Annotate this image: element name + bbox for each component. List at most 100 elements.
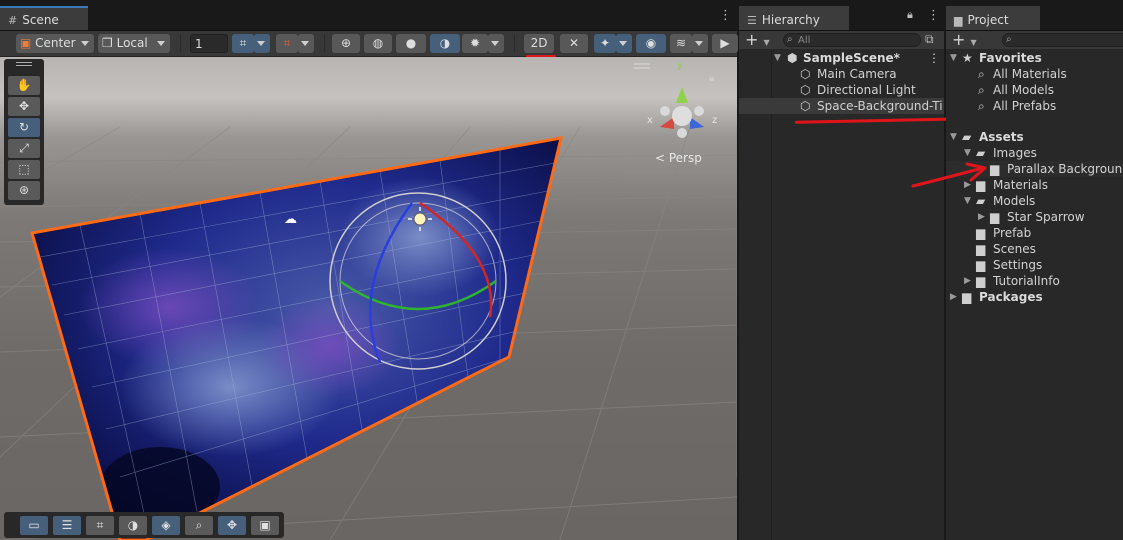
create-button[interactable]: + ▼ bbox=[952, 31, 977, 52]
increment-snap-dropdown[interactable] bbox=[298, 34, 314, 53]
tab-scene[interactable]: # Scene bbox=[0, 6, 88, 30]
transform-icon[interactable]: ⊛ bbox=[8, 181, 40, 200]
gameobject-icon: ⬡ bbox=[800, 83, 811, 97]
palette-handle[interactable] bbox=[16, 62, 32, 63]
tab-project[interactable]: ▆ Project bbox=[946, 6, 1040, 30]
grid-icon: # bbox=[8, 14, 18, 27]
grid-snap-icon[interactable]: ⌗ bbox=[232, 34, 254, 53]
folder-icon: ▆ bbox=[976, 274, 986, 288]
wireframe-globe-icon[interactable]: ⊕ bbox=[332, 34, 360, 53]
packages-row[interactable]: ▶ ▆ Packages bbox=[946, 289, 1123, 305]
hierarchy-toolbar: + ▼ ⌕ All ⧉ bbox=[739, 31, 944, 49]
bug-icon[interactable]: ✹ bbox=[462, 34, 488, 53]
folder-label: Images bbox=[993, 146, 1037, 160]
hierarchy-item-label: Main Camera bbox=[817, 67, 897, 81]
camera-overlay-icon[interactable]: ▣ bbox=[251, 516, 279, 535]
tool-settings-icon[interactable]: ☰ bbox=[53, 516, 81, 535]
tab-hierarchy[interactable]: ☰ Hierarchy bbox=[739, 6, 849, 30]
favorite-item[interactable]: ⌕ All Materials bbox=[946, 66, 1123, 82]
expand-arrow-icon[interactable]: ▶ bbox=[978, 209, 985, 225]
hierarchy-item[interactable]: ⬡ Directional Light bbox=[739, 82, 944, 98]
lock-icon[interactable]: 🔒︎ bbox=[907, 8, 913, 22]
eye-icon[interactable]: ◉ bbox=[636, 34, 666, 53]
unity-scene-icon: ⬢ bbox=[787, 51, 798, 65]
hierarchy-panel: ☰ Hierarchy 🔒︎ ⋮ + ▼ ⌕ All ⧉ ▼ ⬢ SampleSce… bbox=[739, 0, 971, 540]
shading-icon[interactable]: ◑ bbox=[119, 516, 147, 535]
scene-menu-icon[interactable]: ⋮ bbox=[719, 8, 732, 23]
perspective-label[interactable]: < Persp bbox=[655, 151, 702, 165]
cube-icon: ❒ bbox=[102, 36, 113, 50]
hierarchy-search-input[interactable]: ⌕ All bbox=[783, 33, 921, 47]
favorites-row[interactable]: ▼ ★ Favorites bbox=[946, 50, 1123, 66]
folder-item[interactable]: ▆ Scenes bbox=[946, 241, 1123, 257]
grid-visibility-icon[interactable]: ⌗ bbox=[86, 516, 114, 535]
effects-dropdown[interactable] bbox=[616, 34, 632, 53]
rotate-icon[interactable]: ↻ bbox=[8, 118, 40, 137]
rect-tool-icon[interactable]: ▭ bbox=[20, 516, 48, 535]
folder-item[interactable]: ▶ ▆ TutorialInfo bbox=[946, 273, 1123, 289]
orientation-icon[interactable]: ◈ bbox=[152, 516, 180, 535]
lock-icon[interactable]: 🔒︎ bbox=[709, 73, 714, 84]
folder-item[interactable]: ▆ Settings bbox=[946, 257, 1123, 273]
overlay-toolbar: ▭ ☰ ⌗ ◑ ◈ ⌕ ✥ ▣ bbox=[4, 512, 284, 538]
hierarchy-item[interactable]: ⬡ Main Camera bbox=[739, 66, 944, 82]
folder-item[interactable]: ▶ ▆ Star Sparrow bbox=[946, 209, 1123, 225]
increment-snap-icon[interactable]: ⌗ bbox=[276, 34, 298, 53]
scale-icon[interactable]: ⤢ bbox=[8, 139, 40, 158]
expand-arrow-icon[interactable]: ▶ bbox=[964, 273, 971, 289]
move-icon[interactable]: ✥ bbox=[8, 97, 40, 116]
folder-label: Star Sparrow bbox=[1007, 210, 1085, 224]
scene-row[interactable]: ▼ ⬢ SampleScene* ⋮ bbox=[739, 50, 944, 66]
folder-icon: ▆ bbox=[990, 210, 1000, 224]
layers-icon[interactable]: ≋ bbox=[670, 34, 692, 53]
hierarchy-item-selected[interactable]: ⬡ Space-Background-Ti bbox=[739, 98, 944, 114]
2d-toggle-icon[interactable]: 2D bbox=[524, 34, 554, 53]
search-icon: ⌕ bbox=[978, 99, 985, 113]
shaded-wireframe-icon[interactable]: ◍ bbox=[364, 34, 392, 53]
pivot-mode-label: Center bbox=[35, 36, 76, 50]
tab-project-label: Project bbox=[967, 13, 1009, 27]
hierarchy-tabbar: ☰ Hierarchy 🔒︎ ⋮ bbox=[739, 0, 944, 31]
camera-gizmo-icon[interactable]: ☁ bbox=[284, 212, 297, 227]
favorite-item[interactable]: ⌕ All Prefabs bbox=[946, 98, 1123, 114]
debug-dropdown[interactable] bbox=[488, 34, 504, 53]
camera-icon[interactable]: ▶ bbox=[712, 34, 738, 53]
favorites-label: Favorites bbox=[979, 51, 1042, 65]
effects-icon[interactable]: ✦ bbox=[594, 34, 616, 53]
project-search-input[interactable]: ⌕ bbox=[1002, 33, 1123, 47]
collapse-arrow-icon[interactable]: ▼ bbox=[950, 129, 957, 145]
pivot-mode-dropdown[interactable]: ▣ Center bbox=[16, 34, 94, 53]
collapse-arrow-icon[interactable]: ▼ bbox=[950, 50, 957, 66]
lighting-icon[interactable]: ◑ bbox=[430, 34, 460, 53]
scene-search-icon[interactable]: ⧉ bbox=[925, 32, 934, 47]
layers-dropdown[interactable] bbox=[692, 34, 708, 53]
hierarchy-item-label: Space-Background-Ti bbox=[817, 99, 943, 113]
expand-arrow-icon[interactable]: ▶ bbox=[950, 289, 957, 305]
space-dropdown[interactable]: ❒ Local bbox=[98, 34, 170, 53]
add-button[interactable]: + ▼ bbox=[745, 31, 770, 52]
palette-handle-line bbox=[16, 65, 32, 66]
rect-icon[interactable]: ⬚ bbox=[8, 160, 40, 179]
collapse-arrow-icon[interactable]: ▼ bbox=[774, 50, 781, 66]
folder-item[interactable]: ▆ Prefab bbox=[946, 225, 1123, 241]
hierarchy-menu-icon[interactable]: ⋮ bbox=[927, 8, 940, 23]
packages-label: Packages bbox=[979, 290, 1043, 304]
snapping-icon[interactable]: ✥ bbox=[218, 516, 246, 535]
assets-row[interactable]: ▼ ▰ Assets bbox=[946, 129, 1123, 145]
scene-viewport[interactable]: ☁ 🔒︎ y x z < Persp ✋ ✥ ↻ ⤢ ⬚ ⊛ bbox=[0, 57, 737, 540]
shaded-icon[interactable]: ● bbox=[396, 34, 426, 53]
space-background-quad[interactable] bbox=[0, 117, 600, 540]
folder-icon: ▆ bbox=[976, 242, 986, 256]
folder-label: Parallax Background bbox=[1007, 162, 1123, 176]
scene-menu-icon[interactable]: ⋮ bbox=[928, 50, 940, 66]
annotation-underline bbox=[794, 117, 971, 124]
hand-icon[interactable]: ✋ bbox=[8, 76, 40, 95]
orientation-gizmo[interactable] bbox=[660, 87, 704, 138]
search-icon: ⌕ bbox=[1006, 34, 1012, 45]
favorite-item[interactable]: ⌕ All Models bbox=[946, 82, 1123, 98]
search-icon[interactable]: ⌕ bbox=[185, 516, 213, 535]
grid-size-field[interactable]: 1 bbox=[190, 34, 228, 53]
star-icon: ★ bbox=[962, 51, 973, 65]
audio-mute-icon[interactable]: ✕ bbox=[560, 34, 588, 53]
grid-snap-dropdown[interactable] bbox=[254, 34, 270, 53]
